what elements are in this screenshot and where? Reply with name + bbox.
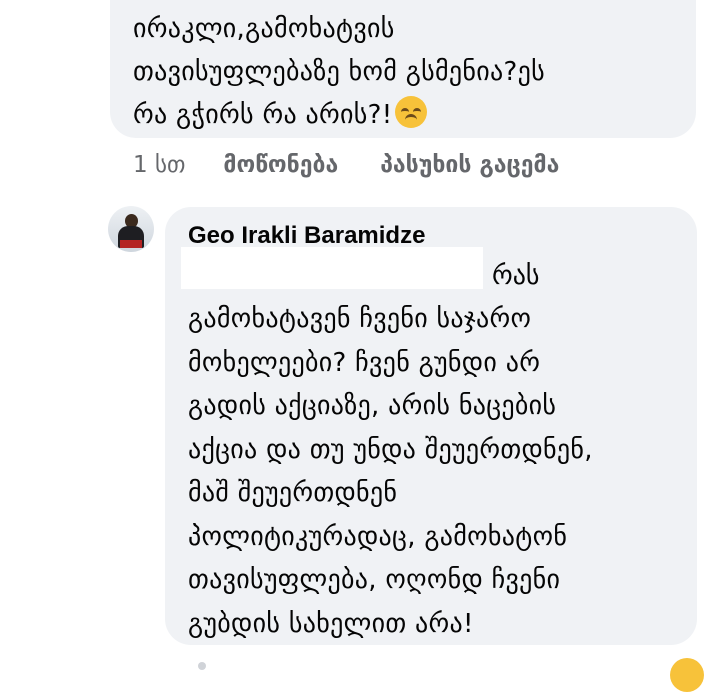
comment-actions: 1 სთ მოწონება პასუხის გაცემა xyxy=(133,152,601,178)
comment-line: გამოხატავენ ჩვენი საჯარო xyxy=(188,304,532,334)
disappointed-face-icon xyxy=(394,96,427,128)
redacted-mention xyxy=(181,247,483,289)
comment-line: გუბდის სახელით არა! xyxy=(188,608,474,639)
reply-button[interactable]: პასუხის გაცემა xyxy=(380,152,559,178)
comment-line: თავისუფლებაზე ხომ გსმენია?ეს xyxy=(133,57,546,87)
comment-timestamp[interactable]: 1 სთ xyxy=(133,152,185,178)
comment-line: გადის აქციაზე, არის ნაცების xyxy=(188,391,557,421)
comment-line: ირაკლი,გამოხატვის xyxy=(133,14,395,44)
comment-line: მოხელეები? ჩვენ გუნდი არ xyxy=(188,347,541,378)
reaction-dot xyxy=(198,662,206,670)
comment-line: პოლიტიკურადაც, გამოხატონ xyxy=(188,521,568,552)
like-button[interactable]: მოწონება xyxy=(223,152,338,178)
comment-line: თავისუფლება, ოღონდ ჩვენი xyxy=(188,565,561,595)
reaction-emoji-icon[interactable] xyxy=(670,658,704,692)
comment-text: ირაკლი,გამოხატვის თავისუფლებაზე ხომ გსმე… xyxy=(133,8,680,137)
comment-author-name[interactable]: Geo Irakli Baramidze xyxy=(188,222,425,250)
reply-comment-bubble: Geo Irakli Baramidze რას გამოხატავენ ჩვე… xyxy=(165,207,697,645)
avatar[interactable] xyxy=(108,206,154,252)
comment-bubble: ირაკლი,გამოხატვის თავისუფლებაზე ხომ გსმე… xyxy=(110,0,696,138)
comment-text: გამოხატავენ ჩვენი საჯარო მოხელეები? ჩვენ… xyxy=(188,298,683,646)
comment-line-text: რა გჭირს რა არის?! xyxy=(133,100,393,130)
comment-first-word: რას xyxy=(492,261,540,291)
comment-line: რა გჭირს რა არის?! xyxy=(133,94,680,137)
comment-line: აქცია და თუ უნდა შეუერთდნენ, xyxy=(188,434,593,465)
comment-line: მაშ შეუერთდნენ xyxy=(188,478,398,508)
